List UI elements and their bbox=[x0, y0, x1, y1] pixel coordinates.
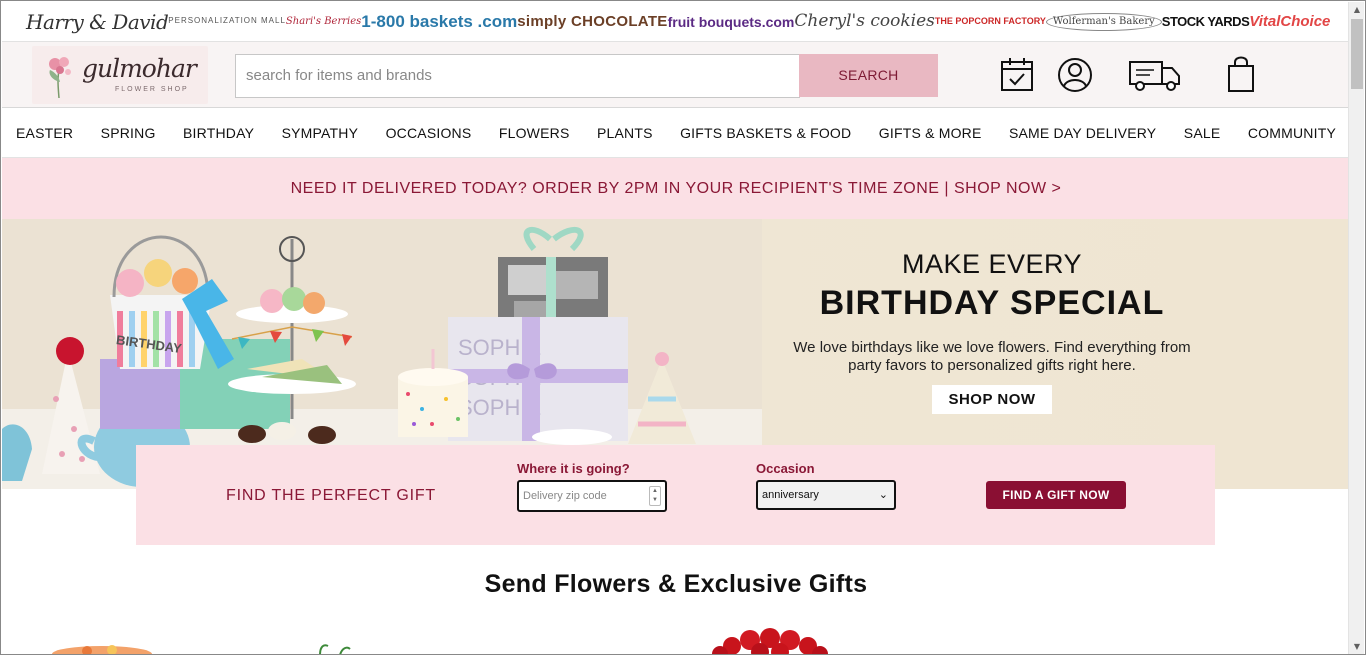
brand-fruit-bouquets[interactable]: fruit bouquets.com bbox=[668, 15, 795, 29]
search-button[interactable]: SEARCH bbox=[799, 54, 938, 97]
flower-logo-icon bbox=[49, 57, 71, 99]
nav-birthday[interactable]: BIRTHDAY bbox=[183, 125, 254, 141]
gift-finder-title: FIND THE PERFECT GIFT bbox=[226, 487, 436, 504]
promo-banner[interactable]: NEED IT DELIVERED TODAY? ORDER BY 2PM IN… bbox=[2, 158, 1350, 219]
delivery-truck-icon[interactable] bbox=[1128, 54, 1182, 94]
main-nav: EASTER SPRING BIRTHDAY SYMPATHY OCCASION… bbox=[2, 108, 1350, 158]
logo-script: gulmohar bbox=[82, 54, 197, 83]
brand-1800-baskets[interactable]: 1-800 baskets .com bbox=[361, 13, 517, 30]
hero-kicker: MAKE EVERY bbox=[901, 249, 1083, 279]
scroll-up-icon[interactable]: ▲ bbox=[1349, 2, 1365, 18]
gift-finder: FIND THE PERFECT GIFT Where it is going?… bbox=[136, 445, 1215, 545]
hero-description: We love birthdays like we love flowers. … bbox=[754, 339, 1230, 375]
hero-title: BIRTHDAY SPECIAL bbox=[819, 284, 1165, 322]
hero-description-line-2: party favors to personalized gifts right… bbox=[848, 357, 1136, 374]
product-thumbnails-peek bbox=[52, 628, 828, 654]
nav-flowers[interactable]: FLOWERS bbox=[499, 125, 570, 141]
number-spinner-icon[interactable]: ▲ ▼ bbox=[649, 486, 661, 506]
brand-personalization-mall[interactable]: PERSONALIZATION MALL bbox=[168, 16, 286, 26]
brand-stock-yards[interactable]: STOCK YARDS bbox=[1162, 15, 1250, 28]
occasion-value: anniversary bbox=[762, 489, 819, 501]
brand-vitalchoice[interactable]: VitalChoice bbox=[1249, 14, 1330, 29]
site-logo[interactable]: gulmohar FLOWER SHOP bbox=[32, 46, 208, 104]
where-label: Where it is going? bbox=[517, 461, 630, 476]
vertical-scrollbar[interactable]: ▲ ▼ bbox=[1348, 2, 1365, 654]
page: Harry & David PERSONALIZATION MALL Shari… bbox=[2, 2, 1350, 654]
brand-simply-chocolate[interactable]: simply CHOCOLATE bbox=[517, 14, 667, 29]
site-header: gulmohar FLOWER SHOP search for items an… bbox=[2, 42, 1350, 108]
brand-harry-david[interactable]: Harry & David bbox=[26, 12, 169, 32]
occasion-label: Occasion bbox=[756, 461, 815, 476]
scrollbar-thumb[interactable] bbox=[1351, 19, 1363, 89]
nav-gifts-more[interactable]: GIFTS & MORE bbox=[879, 125, 982, 141]
zip-placeholder: Delivery zip code bbox=[523, 490, 607, 502]
browser-viewport: Harry & David PERSONALIZATION MALL Shari… bbox=[0, 0, 1366, 655]
scroll-down-icon[interactable]: ▼ bbox=[1349, 639, 1365, 654]
brand-cheryls[interactable]: Cheryl's cookies bbox=[794, 13, 935, 30]
hero-description-line-1: We love birthdays like we love flowers. … bbox=[793, 339, 1191, 356]
section-title: Send Flowers & Exclusive Gifts bbox=[484, 570, 868, 598]
nav-sale[interactable]: SALE bbox=[1184, 125, 1221, 141]
find-gift-button[interactable]: FIND A GIFT NOW bbox=[986, 481, 1126, 509]
hero-copy: MAKE EVERY BIRTHDAY SPECIAL We love birt… bbox=[754, 249, 1230, 414]
nav-plants[interactable]: PLANTS bbox=[597, 125, 653, 141]
brand-wolfermans[interactable]: Wolferman's Bakery bbox=[1045, 12, 1162, 31]
shop-now-button[interactable]: SHOP NOW bbox=[932, 385, 1052, 414]
promo-text[interactable]: NEED IT DELIVERED TODAY? ORDER BY 2PM IN… bbox=[291, 180, 1062, 198]
chevron-down-icon: ⌄ bbox=[878, 489, 888, 501]
nav-easter[interactable]: EASTER bbox=[16, 125, 73, 141]
nav-sympathy[interactable]: SYMPATHY bbox=[282, 125, 359, 141]
shopping-bag-icon[interactable] bbox=[1226, 54, 1256, 94]
account-icon[interactable] bbox=[1056, 54, 1094, 94]
occasion-select[interactable]: anniversary ⌄ bbox=[756, 480, 896, 510]
logo-subtitle: FLOWER SHOP bbox=[115, 86, 189, 93]
search-input[interactable]: search for items and brands bbox=[235, 54, 800, 98]
brand-strip: Harry & David PERSONALIZATION MALL Shari… bbox=[2, 2, 1350, 42]
brand-sharis-berries[interactable]: Shari's Berries bbox=[286, 16, 361, 27]
nav-same-day-delivery[interactable]: SAME DAY DELIVERY bbox=[1009, 125, 1156, 141]
nav-occasions[interactable]: OCCASIONS bbox=[386, 125, 472, 141]
calendar-icon[interactable] bbox=[1000, 54, 1034, 94]
brand-popcorn-factory[interactable]: THE POPCORN FACTORY bbox=[935, 17, 1046, 26]
nav-gift-baskets-food[interactable]: GIFTS BASKETS & FOOD bbox=[680, 125, 851, 141]
zip-code-input[interactable]: Delivery zip code ▲ ▼ bbox=[517, 480, 667, 512]
nav-community[interactable]: COMMUNITY bbox=[1248, 125, 1336, 141]
nav-spring[interactable]: SPRING bbox=[101, 125, 156, 141]
